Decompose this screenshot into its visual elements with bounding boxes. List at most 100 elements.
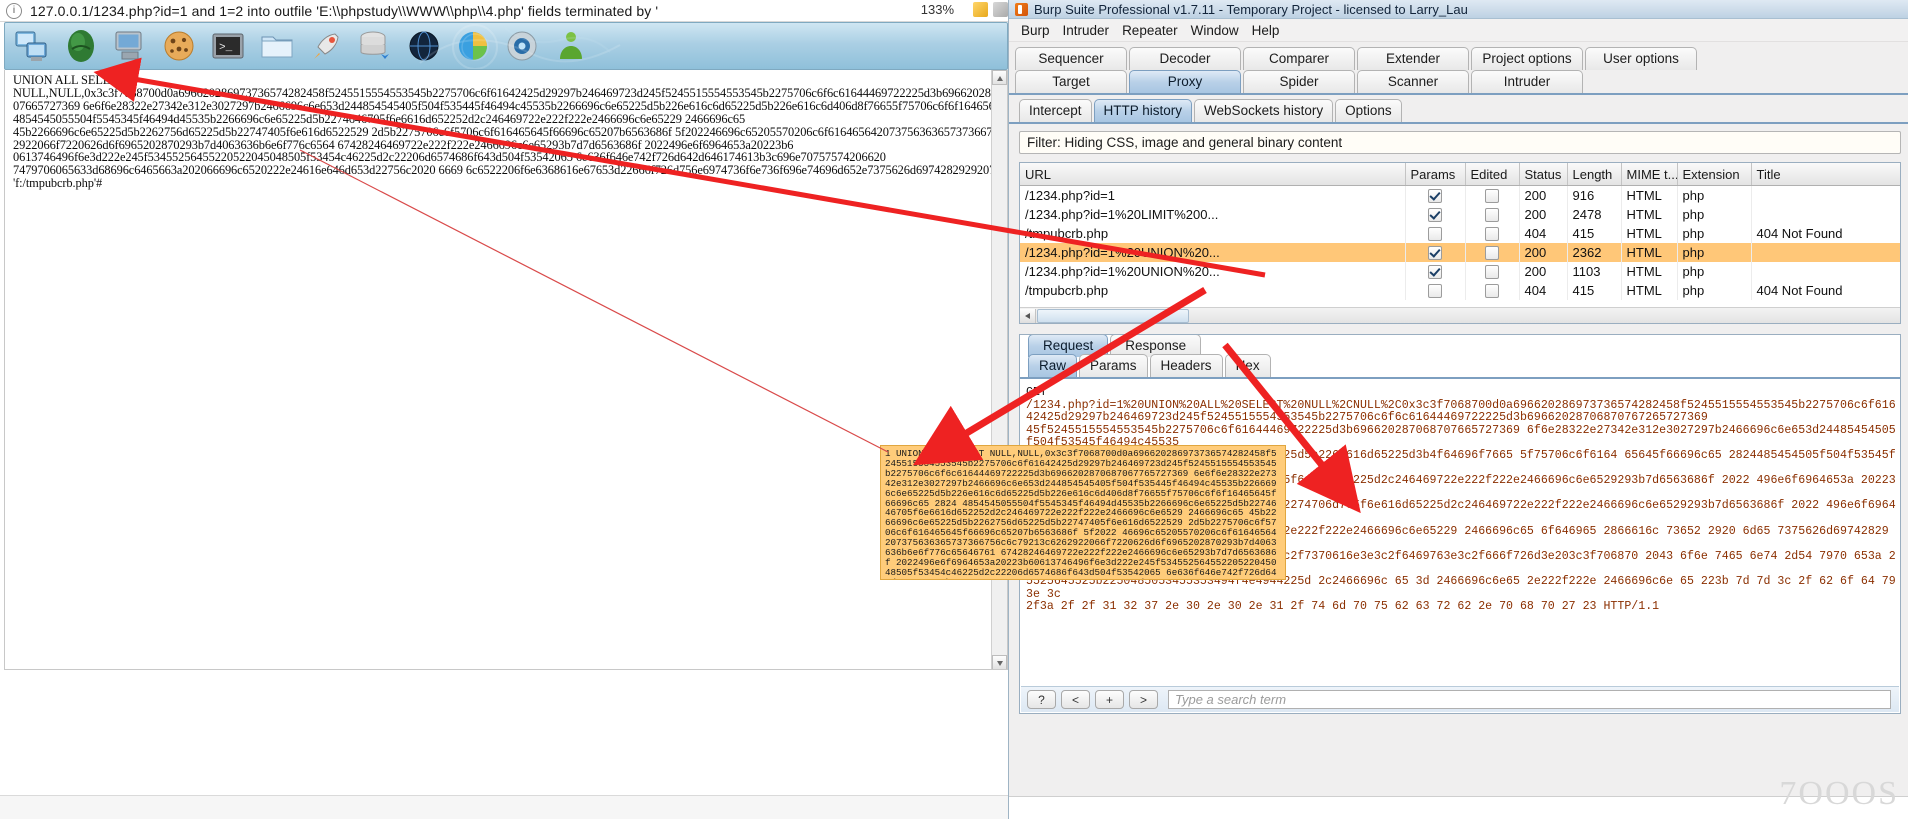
table-row[interactable]: /1234.php?id=1%20UNION%20... 200 1103 HTML p…	[1020, 262, 1900, 281]
tab-comparer[interactable]: Comparer	[1243, 47, 1355, 70]
menu-item-help[interactable]: Help	[1252, 23, 1280, 38]
table-row[interactable]: /1234.php?id=1%20LIMIT%200... 200 2478 HTML…	[1020, 205, 1900, 224]
browser-address-bar[interactable]: i 127.0.0.1/1234.php?id=1 and 1=2 into o…	[0, 0, 1012, 22]
column-header-edited[interactable]: Edited	[1465, 163, 1520, 186]
tab-intruder[interactable]: Intruder	[1471, 70, 1583, 93]
rocket-icon[interactable]	[307, 27, 345, 65]
subtab-websockets-history[interactable]: WebSockets history	[1194, 99, 1334, 122]
history-horizontal-scrollbar[interactable]	[1020, 307, 1900, 323]
terminal-icon[interactable]: >_	[209, 27, 247, 65]
cell-params[interactable]	[1405, 205, 1466, 224]
cell-edited[interactable]	[1465, 243, 1520, 262]
next-match-button[interactable]: >	[1129, 690, 1158, 709]
search-input[interactable]: Type a search term	[1168, 690, 1891, 709]
checkbox-checked-icon[interactable]	[1428, 208, 1442, 223]
cookie-icon[interactable]	[160, 27, 198, 65]
table-header-row[interactable]: URL Params Edited Status Length MIME t..…	[1020, 163, 1900, 186]
column-header-length[interactable]: Length	[1567, 163, 1622, 186]
pie-chart-icon[interactable]	[454, 27, 492, 65]
help-button[interactable]: ?	[1027, 690, 1056, 709]
tab-extender[interactable]: Extender	[1357, 47, 1469, 70]
tab-decoder[interactable]: Decoder	[1129, 47, 1241, 70]
checkbox-unchecked-icon[interactable]	[1485, 265, 1499, 280]
checkbox-unchecked-icon[interactable]	[1428, 284, 1442, 299]
column-header-mime-type[interactable]: MIME t...	[1621, 163, 1678, 186]
table-row[interactable]: /1234.php?id=1 200 916 HTML php	[1020, 185, 1900, 205]
tab-user-options[interactable]: User options	[1585, 47, 1697, 70]
checkbox-unchecked-icon[interactable]	[1485, 227, 1499, 242]
tab-hex[interactable]: Hex	[1224, 354, 1271, 377]
filter-bar[interactable]: Filter: Hiding CSS, image and general bi…	[1019, 131, 1901, 154]
database-download-icon[interactable]	[356, 27, 394, 65]
browser-extension-toolbar[interactable]: >_	[4, 22, 1008, 70]
burp-top-tabs-row2[interactable]: Target Proxy Spider Scanner Intruder	[1009, 70, 1908, 95]
cell-edited[interactable]	[1465, 281, 1520, 300]
checkbox-checked-icon[interactable]	[1428, 189, 1442, 204]
tab-scanner[interactable]: Scanner	[1357, 70, 1469, 93]
checkbox-unchecked-icon[interactable]	[1485, 246, 1499, 261]
table-row[interactable]: /tmpubcrb.php 404 415 HTML php 404 Not Found	[1020, 281, 1900, 300]
tab-raw[interactable]: Raw	[1028, 354, 1078, 377]
cell-edited[interactable]	[1465, 205, 1520, 224]
checkbox-unchecked-icon[interactable]	[1485, 284, 1499, 299]
person-green-icon[interactable]	[552, 27, 590, 65]
menu-item-window[interactable]: Window	[1191, 23, 1239, 38]
computer-icon[interactable]	[111, 27, 149, 65]
menu-item-burp[interactable]: Burp	[1021, 23, 1050, 38]
cell-params[interactable]	[1405, 224, 1466, 243]
scroll-down-arrow[interactable]	[992, 655, 1007, 669]
tab-project-options[interactable]: Project options	[1471, 47, 1583, 70]
tab-proxy[interactable]: Proxy	[1129, 70, 1241, 93]
checkbox-checked-icon[interactable]	[1428, 265, 1442, 280]
menu-item-repeater[interactable]: Repeater	[1122, 23, 1178, 38]
scroll-left-arrow[interactable]	[1020, 308, 1036, 323]
tab-sequencer[interactable]: Sequencer	[1015, 47, 1127, 70]
table-row[interactable]: /tmpubcrb.php 404 415 HTML php 404 Not Found	[1020, 224, 1900, 243]
subtab-intercept[interactable]: Intercept	[1019, 99, 1092, 122]
column-header-status[interactable]: Status	[1519, 163, 1568, 186]
column-header-extension[interactable]: Extension	[1677, 163, 1752, 186]
two-monitors-icon[interactable]	[13, 27, 51, 65]
column-header-url[interactable]: URL	[1020, 163, 1406, 186]
subtab-http-history[interactable]: HTTP history	[1093, 99, 1193, 122]
burp-top-tabs-row1[interactable]: Sequencer Decoder Comparer Extender Proj…	[1009, 46, 1908, 70]
column-header-params[interactable]: Params	[1405, 163, 1466, 186]
checkbox-unchecked-icon[interactable]	[1485, 189, 1499, 204]
subtab-options[interactable]: Options	[1335, 99, 1402, 122]
tab-headers[interactable]: Headers	[1149, 354, 1223, 377]
cell-params[interactable]	[1405, 243, 1466, 262]
cell-edited[interactable]	[1465, 185, 1520, 205]
message-view-tabs[interactable]: Raw Params Headers Hex	[1020, 354, 1900, 379]
column-header-title[interactable]: Title	[1751, 163, 1900, 186]
menu-item-intruder[interactable]: Intruder	[1063, 23, 1110, 38]
checkbox-checked-icon[interactable]	[1428, 246, 1442, 261]
http-history-table[interactable]: URL Params Edited Status Length MIME t..…	[1019, 162, 1901, 324]
cell-edited[interactable]	[1465, 224, 1520, 243]
folder-icon[interactable]	[258, 27, 296, 65]
bookmark-star-icon[interactable]	[973, 2, 988, 17]
tab-target[interactable]: Target	[1015, 70, 1127, 93]
burp-menu-bar[interactable]: Burp Intruder Repeater Window Help	[1009, 19, 1908, 42]
search-toolbar[interactable]: ? < + > Type a search term	[1021, 686, 1899, 712]
scroll-up-arrow[interactable]	[992, 70, 1007, 85]
proxy-sub-tabs[interactable]: Intercept HTTP history WebSockets histor…	[1009, 99, 1908, 124]
checkbox-unchecked-icon[interactable]	[1428, 227, 1442, 242]
previous-match-button[interactable]: <	[1061, 690, 1090, 709]
page-vertical-scrollbar[interactable]	[991, 70, 1007, 669]
green-blob-icon[interactable]	[62, 27, 100, 65]
add-search-button[interactable]: +	[1095, 690, 1124, 709]
scroll-thumb[interactable]	[1037, 308, 1189, 323]
table-row[interactable]: /1234.php?id=1%20UNION%20... 200 2362 HTML p…	[1020, 243, 1900, 262]
address-bar-url[interactable]: 127.0.0.1/1234.php?id=1 and 1=2 into out…	[30, 3, 658, 19]
target-eye-icon[interactable]	[503, 27, 541, 65]
globe-dark-icon[interactable]	[405, 27, 443, 65]
cell-params[interactable]	[1405, 281, 1466, 300]
http-history-rows[interactable]: /1234.php?id=1 200 916 HTML php/1234.php?id=…	[1020, 185, 1900, 300]
cell-params[interactable]	[1405, 185, 1466, 205]
tab-spider[interactable]: Spider	[1243, 70, 1355, 93]
cell-edited[interactable]	[1465, 262, 1520, 281]
tab-params[interactable]: Params	[1079, 354, 1148, 377]
menu-icon[interactable]	[993, 2, 1008, 17]
cell-params[interactable]	[1405, 262, 1466, 281]
checkbox-unchecked-icon[interactable]	[1485, 208, 1499, 223]
